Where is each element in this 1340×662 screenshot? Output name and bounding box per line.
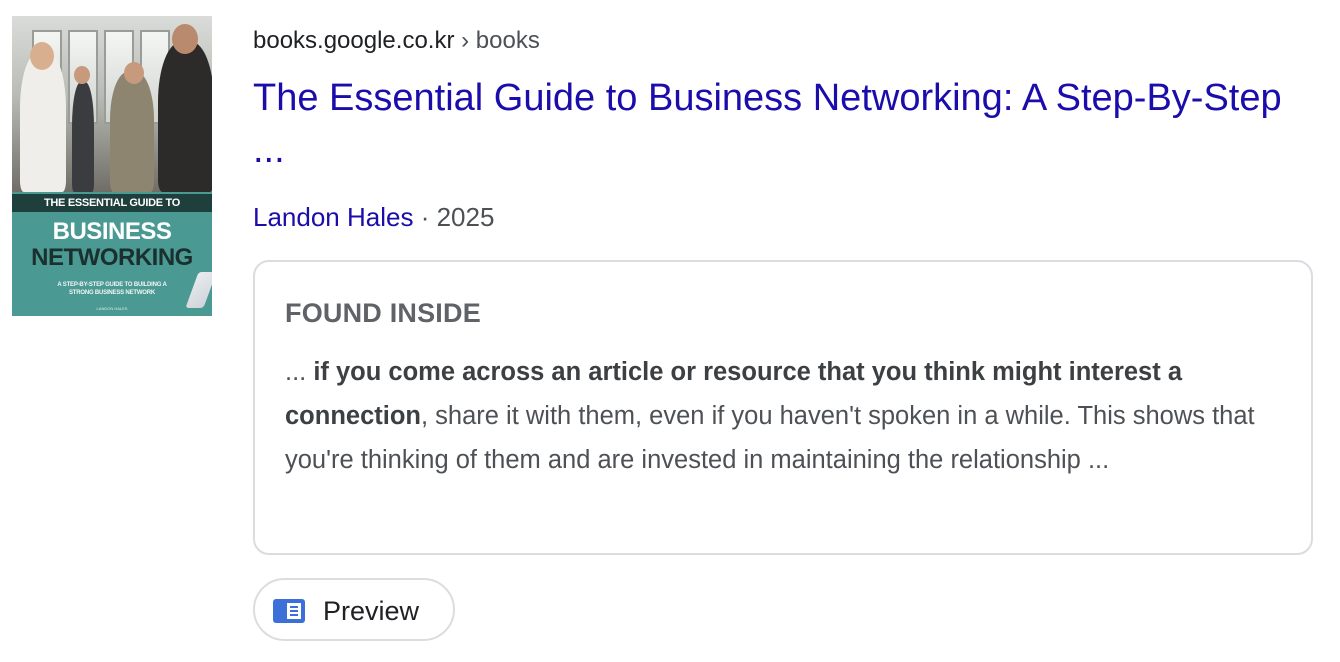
snippet-rest: , share it with them, even if you haven'…: [285, 402, 1255, 474]
publication-year: 2025: [436, 202, 495, 232]
snippet-prefix: ...: [285, 358, 314, 386]
found-inside-snippet: ... if you come across an article or res…: [285, 350, 1285, 482]
book-cover-thumbnail[interactable]: THE ESSENTIAL GUIDE TO BUSINESS NETWORKI…: [12, 16, 212, 316]
cover-title-line1: BUSINESS: [52, 218, 172, 245]
result-meta: Landon Hales · 2025: [253, 200, 494, 234]
cover-subtitle-line1: A STEP-BY-STEP GUIDE TO BUILDING A: [57, 282, 167, 288]
preview-button-label: Preview: [323, 596, 420, 626]
url-path: books: [475, 27, 540, 54]
found-inside-box: FOUND INSIDE ... if you come across an a…: [253, 260, 1313, 555]
found-inside-label: FOUND INSIDE: [285, 298, 481, 328]
cover-subtitle-line2: STRONG BUSINESS NETWORK: [68, 290, 156, 296]
cover-band-text: THE ESSENTIAL GUIDE TO: [12, 194, 212, 212]
cover-author: LANDON HALES: [96, 306, 128, 311]
cover-photo: [12, 16, 212, 192]
cover-title-line2: NETWORKING: [31, 244, 193, 271]
preview-button[interactable]: Preview: [253, 578, 455, 641]
result-url-breadcrumb[interactable]: books.google.co.kr › books: [253, 26, 540, 56]
result-title-link[interactable]: The Essential Guide to Business Networki…: [253, 72, 1293, 176]
author-link[interactable]: Landon Hales: [253, 202, 413, 232]
url-domain: books.google.co.kr: [253, 27, 455, 54]
book-preview-icon: [273, 599, 305, 623]
meta-separator: ·: [413, 202, 437, 232]
url-separator: ›: [454, 27, 476, 54]
book-search-result: THE ESSENTIAL GUIDE TO BUSINESS NETWORKI…: [0, 0, 1340, 662]
